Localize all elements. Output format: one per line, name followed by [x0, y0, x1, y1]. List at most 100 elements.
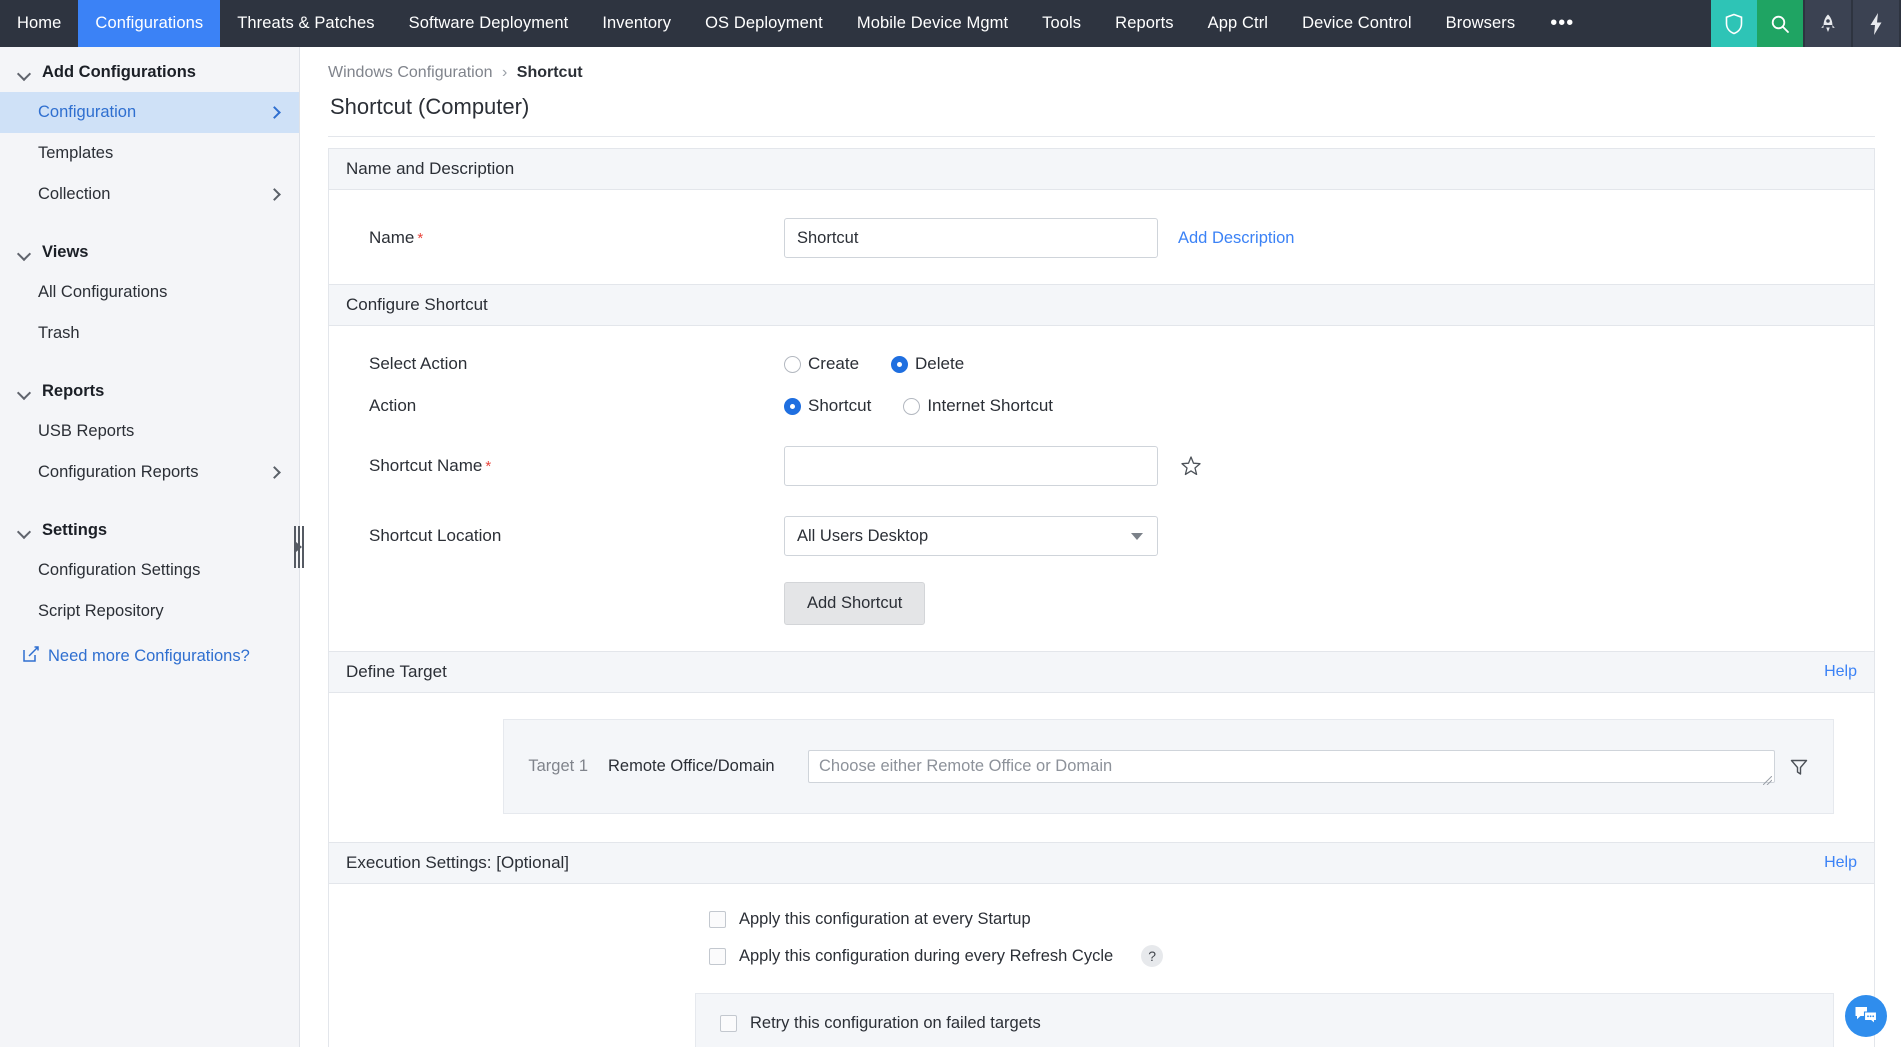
sidebar-group-add-configurations[interactable]: Add Configurations	[0, 53, 299, 92]
sidebar-item-all-configurations[interactable]: All Configurations	[0, 272, 299, 313]
sidebar-item-templates[interactable]: Templates	[0, 133, 299, 174]
external-edit-icon	[22, 645, 40, 668]
radio-create[interactable]	[784, 356, 801, 373]
row-action: Action Shortcut Internet Shortcut	[329, 396, 1874, 416]
nav-item-home[interactable]: Home	[0, 0, 78, 47]
need-more-configurations-label: Need more Configurations?	[48, 647, 250, 666]
top-navigation-bar: HomeConfigurationsThreats & PatchesSoftw…	[0, 0, 1901, 47]
nav-item-software-deployment[interactable]: Software Deployment	[392, 0, 586, 47]
sidebar-item-script-repository[interactable]: Script Repository	[0, 591, 299, 632]
name-label-wrap: Name*	[369, 228, 784, 248]
star-icon[interactable]	[1180, 455, 1202, 477]
target-number-label: Target 1	[528, 757, 608, 776]
sidebar-item-collection[interactable]: Collection	[0, 174, 299, 215]
shortcut-name-input[interactable]	[784, 446, 1158, 486]
section-configure-shortcut: Configure Shortcut Select Action Create …	[328, 284, 1875, 651]
sidebar-item-label: Collection	[38, 185, 110, 204]
nav-overflow-menu[interactable]: •••	[1532, 0, 1592, 47]
section-title-define-target: Define Target	[346, 662, 447, 682]
sidebar-group-reports[interactable]: Reports	[0, 372, 299, 411]
section-title-name-description: Name and Description	[346, 159, 514, 179]
radio-delete[interactable]	[891, 356, 908, 373]
chevron-down-icon	[18, 388, 31, 396]
app-root: HomeConfigurationsThreats & PatchesSoftw…	[0, 0, 1901, 1047]
nav-item-mobile-device-mgmt[interactable]: Mobile Device Mgmt	[840, 0, 1025, 47]
define-target-help-link[interactable]: Help	[1824, 663, 1857, 681]
section-title-configure-shortcut: Configure Shortcut	[346, 295, 488, 315]
sidebar-item-label: Trash	[38, 324, 80, 343]
filter-icon[interactable]	[1789, 757, 1809, 777]
select-action-radio-group: Create Delete	[784, 354, 964, 374]
radio-internet-shortcut-label[interactable]: Internet Shortcut	[927, 396, 1053, 416]
sidebar-group-label: Views	[42, 243, 88, 262]
help-question-icon[interactable]: ?	[1141, 945, 1163, 967]
checkbox-apply-at-startup[interactable]	[709, 911, 726, 928]
select-action-label: Select Action	[369, 354, 784, 374]
add-shortcut-button[interactable]: Add Shortcut	[784, 582, 925, 625]
sidebar-group-label: Reports	[42, 382, 104, 401]
checkbox-retry-failed-targets-label[interactable]: Retry this configuration on failed targe…	[750, 1014, 1041, 1033]
nav-item-inventory[interactable]: Inventory	[585, 0, 688, 47]
sidebar-item-label: Configuration Reports	[38, 463, 199, 482]
shortcut-location-label: Shortcut Location	[369, 526, 784, 546]
need-more-configurations-link[interactable]: Need more Configurations?	[0, 632, 299, 681]
sidebar-resize-handle[interactable]	[293, 526, 305, 568]
name-input[interactable]	[784, 218, 1158, 258]
radio-shortcut-label[interactable]: Shortcut	[808, 396, 871, 416]
sidebar-spacer	[0, 215, 299, 233]
left-sidebar: Add ConfigurationsConfigurationTemplates…	[0, 47, 300, 1047]
section-execution-settings: Execution Settings: [Optional] Help Appl…	[328, 842, 1875, 1047]
sidebar-item-configuration-settings[interactable]: Configuration Settings	[0, 550, 299, 591]
nav-item-app-ctrl[interactable]: App Ctrl	[1191, 0, 1285, 47]
checkbox-retry-failed-targets[interactable]	[720, 1015, 737, 1032]
sidebar-item-label: All Configurations	[38, 283, 167, 302]
checkbox-apply-refresh-cycle[interactable]	[709, 948, 726, 965]
chevron-right-icon	[268, 106, 281, 119]
bolt-icon[interactable]	[1853, 0, 1899, 47]
textarea-resize-handle[interactable]	[1763, 771, 1772, 780]
row-shortcut-name: Shortcut Name*	[329, 446, 1874, 486]
shortcut-name-required-mark: *	[485, 458, 491, 475]
row-select-action: Select Action Create Delete	[329, 354, 1874, 374]
sidebar-item-configuration-reports[interactable]: Configuration Reports	[0, 452, 299, 493]
radio-create-label[interactable]: Create	[808, 354, 859, 374]
sidebar-item-configuration[interactable]: Configuration	[0, 92, 299, 133]
sidebar-item-trash[interactable]: Trash	[0, 313, 299, 354]
nav-item-reports[interactable]: Reports	[1098, 0, 1190, 47]
chat-bubble-icon[interactable]	[1845, 995, 1887, 1037]
checkbox-row-startup: Apply this configuration at every Startu…	[329, 910, 1874, 929]
nav-item-configurations[interactable]: Configurations	[78, 0, 220, 47]
nav-icon-group	[1711, 0, 1901, 47]
shortcut-location-select[interactable]: All Users Desktop	[784, 516, 1158, 556]
action-radio-group: Shortcut Internet Shortcut	[784, 396, 1053, 416]
rocket-icon[interactable]	[1805, 0, 1851, 47]
radio-delete-label[interactable]: Delete	[915, 354, 964, 374]
nav-item-threats-patches[interactable]: Threats & Patches	[220, 0, 391, 47]
nav-item-browsers[interactable]: Browsers	[1429, 0, 1533, 47]
radio-shortcut[interactable]	[784, 398, 801, 415]
section-header-execution-settings: Execution Settings: [Optional] Help	[329, 843, 1874, 884]
shield-icon[interactable]	[1711, 0, 1757, 47]
checkbox-apply-at-startup-label[interactable]: Apply this configuration at every Startu…	[739, 910, 1031, 929]
sidebar-group-settings[interactable]: Settings	[0, 511, 299, 550]
checkbox-row-retry: Retry this configuration on failed targe…	[695, 993, 1834, 1047]
section-header-define-target: Define Target Help	[329, 652, 1874, 693]
chevron-right-icon	[268, 188, 281, 201]
sidebar-item-usb-reports[interactable]: USB Reports	[0, 411, 299, 452]
target-input[interactable]: Choose either Remote Office or Domain	[808, 750, 1775, 783]
target-input-placeholder: Choose either Remote Office or Domain	[819, 757, 1112, 776]
radio-internet-shortcut[interactable]	[903, 398, 920, 415]
sidebar-group-views[interactable]: Views	[0, 233, 299, 272]
checkbox-row-refresh-cycle: Apply this configuration during every Re…	[329, 945, 1874, 967]
nav-item-tools[interactable]: Tools	[1025, 0, 1098, 47]
execution-settings-help-link[interactable]: Help	[1824, 854, 1857, 872]
title-divider	[328, 136, 1875, 137]
search-icon[interactable]	[1757, 0, 1803, 47]
checkbox-apply-refresh-cycle-label[interactable]: Apply this configuration during every Re…	[739, 947, 1113, 966]
nav-item-device-control[interactable]: Device Control	[1285, 0, 1429, 47]
section-header-configure-shortcut: Configure Shortcut	[329, 285, 1874, 326]
breadcrumb-parent[interactable]: Windows Configuration	[328, 64, 493, 81]
nav-item-os-deployment[interactable]: OS Deployment	[688, 0, 840, 47]
name-required-mark: *	[417, 230, 423, 247]
add-description-link[interactable]: Add Description	[1178, 229, 1294, 248]
